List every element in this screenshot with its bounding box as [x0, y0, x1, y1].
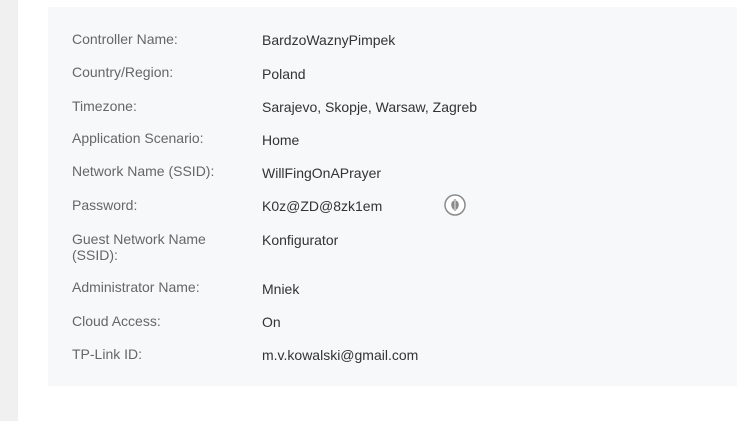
password-label: Password:	[72, 197, 138, 213]
password-visibility-toggle[interactable]	[444, 194, 466, 216]
application-scenario-label: Application Scenario:	[72, 130, 204, 146]
tp-link-id-label: TP-Link ID:	[72, 346, 143, 362]
password-value: K0z@ZD@8zk1em	[262, 198, 383, 214]
timezone-value: Sarajevo, Skopje, Warsaw, Zagreb	[262, 99, 478, 115]
guest-network-name-label: Guest Network Name (SSID):	[72, 231, 206, 263]
country-region-label: Country/Region:	[72, 64, 174, 80]
cloud-access-label: Cloud Access:	[72, 313, 161, 329]
network-name-value: WillFingOnAPrayer	[262, 165, 382, 181]
application-scenario-value: Home	[262, 132, 300, 148]
administrator-name-value: Mniek	[262, 281, 300, 297]
left-sidebar-strip	[0, 0, 18, 421]
administrator-name-label: Administrator Name:	[72, 279, 200, 295]
timezone-label: Timezone:	[72, 98, 137, 114]
cloud-access-value: On	[262, 314, 281, 330]
tp-link-id-value: m.v.kowalski@gmail.com	[262, 347, 419, 363]
summary-panel: Controller Name: BardzoWaznyPimpek Count…	[48, 7, 737, 386]
guest-network-name-value: Konfigurator	[262, 232, 339, 248]
controller-name-value: BardzoWaznyPimpek	[262, 32, 396, 48]
eye-hide-icon	[444, 194, 466, 216]
network-name-label: Network Name (SSID):	[72, 163, 215, 179]
controller-name-label: Controller Name:	[72, 31, 178, 47]
country-region-value: Poland	[262, 66, 306, 82]
